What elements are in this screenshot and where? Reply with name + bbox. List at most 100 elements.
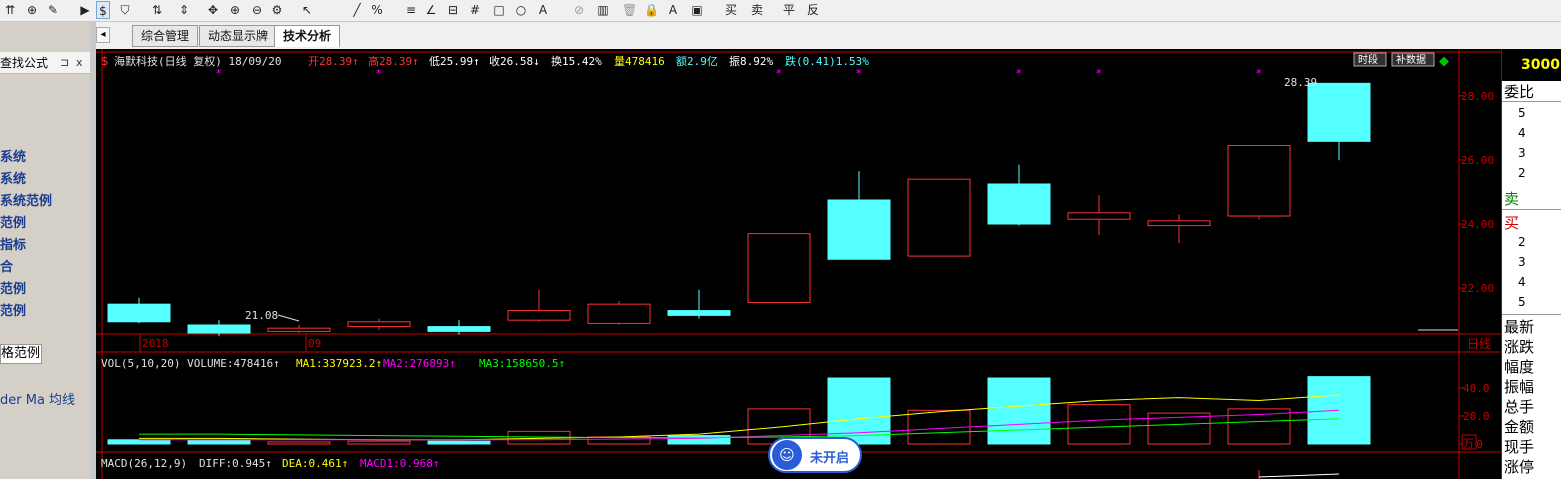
formula-item[interactable]: 系统范例 (0, 190, 52, 209)
percent-icon[interactable]: % (370, 1, 384, 19)
ma1-label: MA1:337923.2↑ (296, 357, 382, 370)
close-icon[interactable]: x (76, 56, 83, 69)
play-icon[interactable]: ▶ (78, 1, 92, 19)
volume-value: 量478416 (614, 55, 665, 68)
close-price: 收26.58↓ (489, 54, 540, 68)
buy-level: 4 (1518, 275, 1526, 289)
diamond-icon: ◆ (1439, 54, 1449, 69)
marker-star: * (1016, 67, 1022, 80)
zoom-in-icon[interactable]: ⊕ (228, 1, 242, 19)
y-tick-label: 28.00 (1461, 90, 1494, 103)
min-price-label: 21.08 (245, 309, 278, 322)
formula-item[interactable]: 指标 (0, 234, 26, 253)
weibi-label: 委比 (1504, 83, 1535, 101)
sell-level: 5 (1518, 106, 1526, 120)
text-icon[interactable]: A (536, 1, 550, 19)
formula-item[interactable]: 系统 (0, 168, 26, 187)
erase-icon[interactable]: ⊘ (572, 1, 586, 19)
formula-item[interactable]: 范例 (0, 278, 26, 297)
candle (1307, 82, 1371, 142)
move-icon[interactable]: ✥ (206, 1, 220, 19)
status-badge-label: 未开启 (810, 451, 850, 466)
indicator-icon[interactable]: ⊕ (25, 1, 39, 19)
fib-icon[interactable]: ⊟ (446, 1, 460, 19)
turnover-rate: 换15.42% (551, 54, 602, 68)
supplement-data-label: 补数据 (1396, 53, 1426, 66)
quote-field-label: 现手 (1504, 438, 1535, 456)
volume-bar (987, 377, 1051, 445)
order-book-top-value: 3000 (1502, 49, 1561, 81)
sort-icon[interactable]: ⇅ (150, 1, 164, 19)
ma3-label: MA3:158650.5↑ (479, 357, 565, 370)
sell-level: 4 (1518, 126, 1526, 140)
tab-dynamic-board[interactable]: 动态显示牌 (199, 25, 278, 47)
save-icon[interactable]: ▣ (690, 1, 704, 19)
grid-icon[interactable]: ≡ (404, 1, 418, 19)
sell-label: 卖 (1504, 190, 1520, 208)
period-button-label: 时段 (1358, 53, 1378, 66)
ellipse-icon[interactable]: ○ (514, 1, 528, 19)
marker-star: * (776, 67, 782, 80)
formula-item[interactable]: 范例 (0, 212, 26, 231)
formula-item[interactable]: 范例 (0, 300, 26, 319)
main-toolbar: ⇈ ⊕ ✎ ▶ $ ⛉ ⇅ ⇕ ✥ ⊕ ⊖ ⚙ ↖ ╱% ≡ ∠ ⊟ # □ ○ A ⊘ ▥ 🗑 🔒 A ▣ 买卖平反 (0, 0, 1561, 22)
angle-icon[interactable]: ∠ (424, 1, 438, 19)
marker-star: * (856, 67, 862, 80)
pointer-icon[interactable]: ↖ (300, 1, 314, 19)
rect-icon[interactable]: □ (492, 1, 506, 19)
tab-nav-left-icon[interactable]: ◂ (96, 27, 110, 43)
macd-label: MACD(26,12,9) (101, 457, 187, 470)
buy-level: 2 (1518, 235, 1526, 249)
copy-icon[interactable]: ▥ (596, 1, 610, 19)
reverse-icon[interactable]: 反 (806, 1, 820, 19)
x-tick-label: 09 (308, 337, 321, 350)
delete-icon[interactable]: 🗑 (622, 1, 637, 19)
marker-star: * (216, 67, 222, 80)
color-icon[interactable]: A (666, 1, 680, 19)
pin-icon[interactable]: ⊐ (60, 56, 69, 69)
formula-item[interactable]: 系统 (0, 146, 26, 165)
volume-bar (427, 440, 491, 445)
status-badge[interactable]: ☺ 未开启 (768, 437, 862, 473)
stock-chart[interactable]: $ 海默科技(日线 复权) 18/09/20 开28.39↑ 高28.39↑ 低25.9… (96, 49, 1501, 479)
candle (507, 310, 571, 321)
sell-level: 2 (1518, 166, 1526, 180)
volume-y-tick-label: 40.0 (1463, 382, 1490, 395)
buy-icon[interactable]: 买 (724, 1, 738, 19)
close-position-icon[interactable]: 平 (782, 1, 796, 19)
quote-field-label: 总手 (1504, 398, 1535, 416)
quote-field-label: 涨跌 (1504, 338, 1535, 356)
dollar-icon[interactable]: $ (96, 1, 110, 19)
formula-item-selected[interactable]: 格范例 (0, 344, 42, 364)
candle (347, 321, 411, 328)
buy-label: 买 (1504, 214, 1520, 232)
candle (187, 324, 251, 334)
edit-icon[interactable]: ✎ (46, 1, 60, 19)
marker-star: * (1096, 67, 1102, 80)
tab-bar: ◂ 综合管理 动态显示牌 技术分析 (96, 22, 1561, 49)
vertical-icon[interactable]: ⇕ (177, 1, 191, 19)
zoom-out-icon[interactable]: ⊖ (250, 1, 264, 19)
formula-item-ma[interactable]: der Ma 均线 (0, 389, 75, 408)
settings-icon[interactable]: ⚙ (270, 1, 284, 19)
amplitude-value: 振8.92% (729, 54, 773, 68)
trend-icon[interactable]: ⇈ (3, 1, 17, 19)
order-book-divider (1502, 209, 1561, 210)
low-price: 低25.99↑ (429, 55, 480, 68)
candle (587, 303, 651, 324)
filter-icon[interactable]: ⛉ (118, 1, 132, 19)
hash-icon[interactable]: # (468, 1, 482, 19)
volume-unit-label: 万 (1463, 437, 1474, 450)
tab-technical-analysis[interactable]: 技术分析 (274, 25, 341, 47)
sell-level: 3 (1518, 146, 1526, 160)
candle (267, 327, 331, 332)
order-book-divider (1502, 314, 1561, 315)
line-draw-icon[interactable]: ╱ (350, 1, 364, 19)
tab-overview[interactable]: 综合管理 (132, 25, 199, 47)
order-book-panel: 3000 委比 5 4 3 2 卖 买 2 3 4 5 最新 涨跌 幅度 振幅 总手 金额 现手 涨停 (1501, 49, 1561, 479)
lock-icon[interactable]: 🔒 (644, 1, 659, 19)
volume-bar (1067, 404, 1131, 445)
x-tick-label: 2018 (142, 337, 169, 350)
sell-icon[interactable]: 卖 (750, 1, 764, 19)
formula-item[interactable]: 合 (0, 256, 13, 275)
